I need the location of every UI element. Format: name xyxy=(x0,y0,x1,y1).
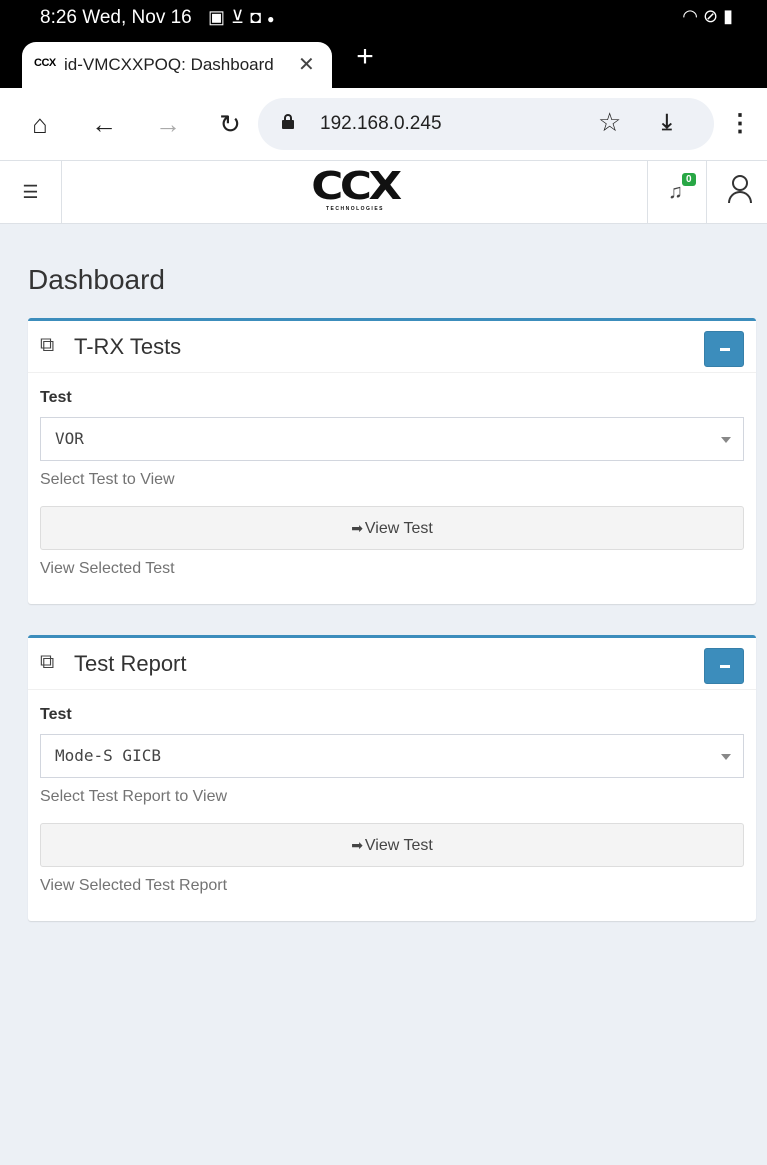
card-body: Test VOR Select Test to View ➡ View Test … xyxy=(28,373,756,604)
page-title: Dashboard xyxy=(28,264,165,295)
more-vert-icon: ⋮ xyxy=(728,110,752,137)
test-select[interactable]: VOR xyxy=(40,417,744,461)
collapse-button[interactable] xyxy=(704,331,744,367)
test-label: Test xyxy=(40,706,72,723)
tab-title: id-VMCXXPOQ: Dashboard xyxy=(64,55,274,74)
user-menu-button[interactable] xyxy=(720,169,760,217)
new-tab-button[interactable]: + xyxy=(350,42,380,72)
status-time: 8:26 Wed, Nov 16 xyxy=(40,7,192,28)
battery-icon: ▮ xyxy=(723,6,733,26)
select-value: VOR xyxy=(55,429,84,448)
select-help-text: Select Test to View xyxy=(40,471,175,488)
sign-in-icon: ➡ xyxy=(351,520,363,536)
browser-tab[interactable]: CCX id-VMCXXPOQ: Dashboard ✕ xyxy=(22,42,332,88)
browser-toolbar: ⌂ ← → ↻ 192.168.0.245 ☆ ⤓ ⋮ xyxy=(0,88,767,160)
content-wrapper: Dashboard ⧉ T-RX Tests Test VOR Select T… xyxy=(0,224,767,1165)
button-help-text: View Selected Test xyxy=(40,560,175,577)
url-text[interactable]: 192.168.0.245 xyxy=(320,113,442,135)
button-label: View Test xyxy=(364,520,433,537)
download-icon[interactable]: ⤓ xyxy=(662,109,672,135)
address-bar[interactable]: 192.168.0.245 ☆ ⤓ xyxy=(258,98,714,150)
card-header: ⧉ T-RX Tests xyxy=(28,321,756,373)
button-label: View Test xyxy=(364,837,433,854)
dot-icon: ● xyxy=(267,12,281,26)
home-button[interactable]: ⌂ xyxy=(22,106,58,142)
copy-icon: ⧉ xyxy=(40,651,55,673)
card-title: Test Report xyxy=(74,651,187,676)
select-value: Mode-S GICB xyxy=(55,746,161,765)
card-header: ⧉ Test Report xyxy=(28,638,756,690)
t-rx-tests-card: ⧉ T-RX Tests Test VOR Select Test to Vie… xyxy=(28,318,756,604)
chevron-down-icon xyxy=(721,437,731,443)
bell-icon: ♫ xyxy=(668,181,683,203)
button-help-text: View Selected Test Report xyxy=(40,877,228,894)
favicon: CCX xyxy=(34,57,56,69)
reload-icon: ↻ xyxy=(219,109,241,139)
bookmark-star-icon[interactable]: ☆ xyxy=(598,107,621,138)
select-help-text: Select Test Report to View xyxy=(40,788,228,805)
sign-in-icon: ➡ xyxy=(351,837,363,853)
notifications-button[interactable]: ♫ 0 xyxy=(647,161,707,224)
test-label: Test xyxy=(40,389,72,406)
notification-icons: ▣⊻◘● xyxy=(208,7,280,28)
forward-button[interactable]: → xyxy=(150,106,186,142)
collapse-button[interactable] xyxy=(704,648,744,684)
card-body: Test Mode-S GICB Select Test Report to V… xyxy=(28,690,756,921)
view-test-button[interactable]: ➡ View Test xyxy=(40,506,744,550)
screen-icon: ◘ xyxy=(250,7,268,27)
close-tab-icon[interactable]: ✕ xyxy=(298,52,315,77)
download-done-icon: ⊻ xyxy=(231,7,251,27)
back-button[interactable]: ← xyxy=(86,106,122,142)
copy-icon: ⧉ xyxy=(40,334,55,356)
test-report-card: ⧉ Test Report Test Mode-S GICB Select Te… xyxy=(28,635,756,921)
browser-menu-button[interactable]: ⋮ xyxy=(728,106,752,142)
ccx-logo[interactable]: CCX TECHNOLOGIES xyxy=(310,164,402,215)
chevron-down-icon xyxy=(721,754,731,760)
system-icons: ◠ ⊘ ▮ xyxy=(682,6,733,27)
browser-tab-strip: CCX id-VMCXXPOQ: Dashboard ✕ + xyxy=(0,32,767,88)
image-icon: ▣ xyxy=(208,7,232,27)
logo-mark: CCX xyxy=(311,164,402,208)
sidebar-toggle-button[interactable]: ☰ xyxy=(0,161,62,224)
arrow-left-icon: ← xyxy=(91,109,117,139)
minus-icon xyxy=(720,665,730,668)
view-test-report-button[interactable]: ➡ View Test xyxy=(40,823,744,867)
home-icon: ⌂ xyxy=(32,109,48,139)
system-status-bar: 8:26 Wed, Nov 16 ▣⊻◘● ◠ ⊘ ▮ xyxy=(0,0,767,32)
site-header: ☰ CCX TECHNOLOGIES ♫ 0 xyxy=(0,160,767,224)
lock-icon xyxy=(282,114,294,129)
arrow-right-icon: → xyxy=(155,109,181,139)
card-title: T-RX Tests xyxy=(74,334,182,359)
dnd-icon: ⊘ xyxy=(702,6,719,26)
notification-badge: 0 xyxy=(682,173,696,186)
wifi-icon: ◠ xyxy=(682,6,698,26)
hamburger-icon: ☰ xyxy=(22,182,39,202)
minus-icon xyxy=(720,348,730,351)
reload-button[interactable]: ↻ xyxy=(212,106,248,142)
test-report-select[interactable]: Mode-S GICB xyxy=(40,734,744,778)
